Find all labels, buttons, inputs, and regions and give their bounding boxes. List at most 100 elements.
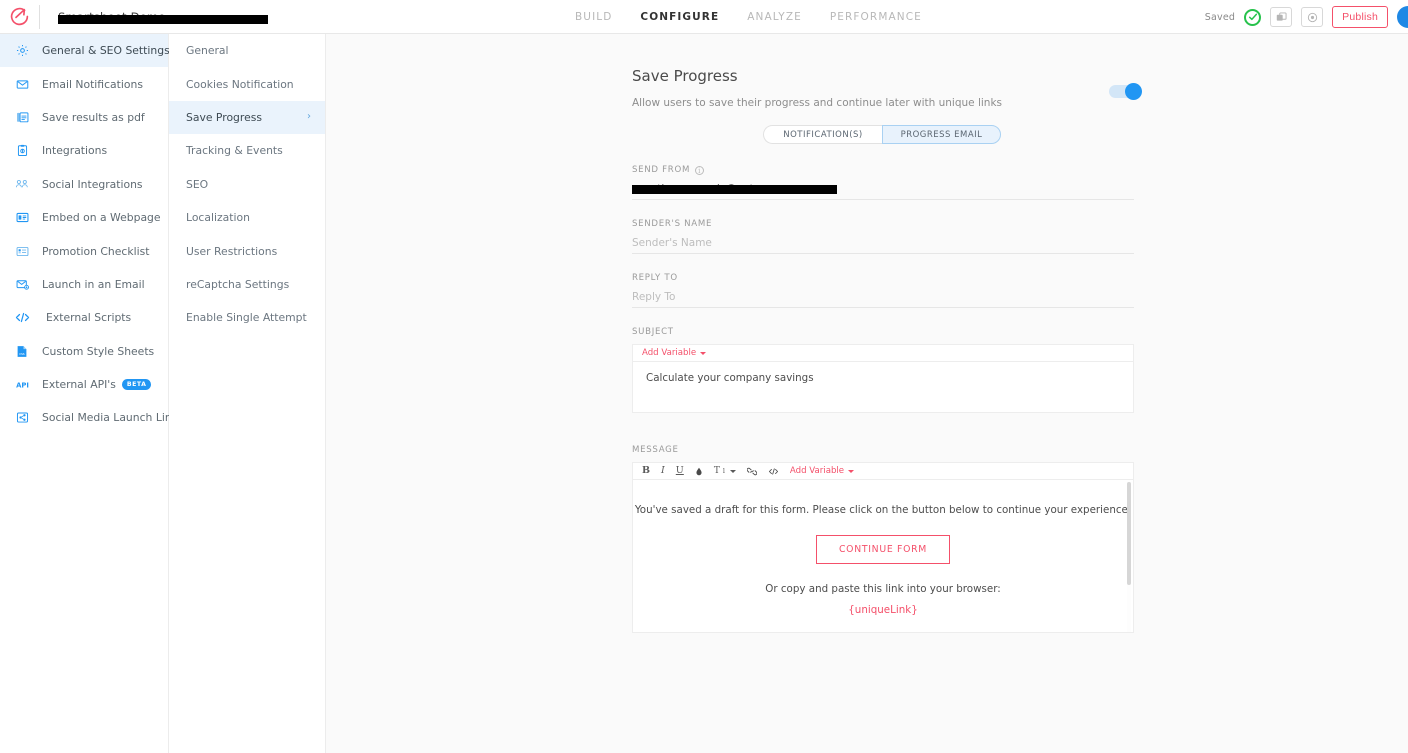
message-scrollbar-thumb[interactable]	[1127, 482, 1131, 585]
link-icon[interactable]	[746, 467, 757, 476]
continue-form-button[interactable]: CONTINUE FORM	[815, 535, 951, 564]
subnav-item-general[interactable]: General	[169, 34, 325, 67]
text-color-icon[interactable]	[695, 467, 703, 476]
underline-icon[interactable]: U	[676, 466, 684, 476]
redaction-bar	[58, 14, 268, 24]
reply-to-label: REPLY TO	[632, 273, 678, 283]
add-variable-label: Add Variable	[642, 348, 697, 358]
subnav-label: User Restrictions	[186, 244, 278, 258]
subnav-label: Enable Single Attempt	[186, 311, 307, 325]
info-icon[interactable]: i	[695, 165, 705, 175]
sidebar-label: Custom Style Sheets	[42, 344, 155, 358]
subnav-item-cookies-notification[interactable]: Cookies Notification	[169, 67, 325, 100]
senders-name-field: SENDER'S NAME Sender's Name	[632, 219, 1134, 254]
gear-icon	[11, 44, 33, 57]
chevron-down-icon	[700, 351, 707, 355]
svg-text:css: css	[19, 352, 25, 356]
subject-value[interactable]: Calculate your company savings	[633, 362, 1133, 412]
tab-progress-email[interactable]: PROGRESS EMAIL	[882, 125, 1001, 144]
share-icon	[11, 411, 33, 424]
logo-divider	[39, 4, 40, 29]
people-icon	[11, 177, 33, 191]
user-avatar[interactable]	[1397, 6, 1408, 28]
redaction-bar	[632, 185, 837, 194]
subnav-item-localization[interactable]: Localization	[169, 201, 325, 234]
subject-add-variable-dropdown[interactable]: Add Variable	[642, 348, 707, 358]
message-label: MESSAGE	[632, 445, 679, 455]
code-icon	[11, 311, 33, 324]
app-logo[interactable]	[0, 0, 39, 34]
sidebar-label: External Scripts	[46, 311, 132, 325]
message-toolbar: B I U T l Add Variable	[633, 463, 1133, 480]
duplicate-icon[interactable]	[1270, 7, 1293, 27]
primary-sidebar: General & SEO Settings Email Notificatio…	[0, 34, 184, 753]
email-launch-icon	[11, 278, 33, 291]
sidebar-item-save-results-as-pdf[interactable]: Save results as pdf	[0, 101, 168, 134]
html-code-icon[interactable]	[768, 467, 779, 476]
send-from-label-text: SEND FROM	[632, 165, 691, 175]
outgrow-logo-icon	[10, 7, 29, 26]
main-content: Save Progress Allow users to save their …	[326, 34, 1408, 753]
sidebar-item-integrations[interactable]: Integrations	[0, 134, 168, 167]
reply-to-input[interactable]: Reply To	[632, 291, 1134, 308]
sidebar-label: Social Media Launch Links	[42, 411, 184, 425]
subnav-item-seo[interactable]: SEO	[169, 168, 325, 201]
subnav-item-user-restrictions[interactable]: User Restrictions	[169, 234, 325, 267]
nav-configure[interactable]: CONFIGURE	[640, 11, 719, 23]
subnav-item-save-progress[interactable]: Save Progress ›	[169, 100, 325, 135]
top-bar-actions: Saved Publish	[1205, 0, 1408, 34]
tab-notifications[interactable]: NOTIFICATION(S)	[763, 125, 882, 144]
secondary-sidebar: General Cookies Notification Save Progre…	[169, 34, 326, 753]
sidebar-item-general-seo-settings[interactable]: General & SEO Settings	[0, 34, 170, 68]
nav-analyze[interactable]: ANALYZE	[747, 11, 802, 23]
subject-toolbar: Add Variable	[633, 345, 1133, 362]
sidebar-item-custom-style-sheets[interactable]: css Custom Style Sheets	[0, 335, 168, 368]
sidebar-item-social-media-launch-links[interactable]: Social Media Launch Links	[0, 401, 184, 434]
unique-link-variable: {uniqueLink}	[848, 604, 918, 616]
subnav-label: reCaptcha Settings	[186, 277, 290, 291]
beta-badge: BETA	[121, 379, 152, 391]
form-title[interactable]: Smartsheet Demo	[58, 7, 268, 27]
subnav-label: Cookies Notification	[186, 77, 294, 91]
sidebar-item-embed-on-a-webpage[interactable]: Embed on a Webpage	[0, 201, 168, 234]
bold-icon[interactable]: B	[642, 466, 650, 476]
sidebar-label: Embed on a Webpage	[42, 211, 161, 225]
italic-icon[interactable]: I	[661, 466, 665, 476]
send-from-input[interactable]: questions-noreply@outgrow.co	[632, 183, 1134, 200]
publish-button[interactable]: Publish	[1332, 6, 1388, 28]
message-body[interactable]: You've saved a draft for this form. Plea…	[633, 480, 1133, 632]
sidebar-item-launch-in-an-email[interactable]: Launch in an Email	[0, 268, 168, 301]
subnav-item-enable-single-attempt[interactable]: Enable Single Attempt	[169, 301, 325, 334]
nav-performance[interactable]: PERFORMANCE	[830, 11, 922, 23]
message-editor: B I U T l Add Variable You've saved a dr…	[632, 462, 1134, 633]
sidebar-item-email-notifications[interactable]: Email Notifications	[0, 67, 168, 100]
message-line-1: You've saved a draft for this form. Plea…	[634, 504, 1132, 516]
pdf-icon	[11, 111, 33, 124]
add-variable-label: Add Variable	[789, 466, 845, 476]
sidebar-item-social-integrations[interactable]: Social Integrations	[0, 168, 168, 201]
send-from-label: SEND FROM i	[632, 165, 1134, 175]
subnav-item-recaptcha-settings[interactable]: reCaptcha Settings	[169, 268, 325, 301]
page-subtitle: Allow users to save their progress and c…	[632, 97, 1003, 109]
embed-icon	[11, 211, 33, 224]
api-icon: API	[11, 379, 33, 390]
sidebar-item-external-apis[interactable]: API External API's BETA	[0, 368, 168, 401]
preview-eye-icon[interactable]	[1301, 7, 1324, 27]
message-add-variable-dropdown[interactable]: Add Variable	[789, 466, 855, 476]
nav-build[interactable]: BUILD	[575, 11, 612, 23]
senders-name-input[interactable]: Sender's Name	[632, 237, 1134, 254]
subnav-label: Tracking & Events	[186, 144, 283, 158]
save-progress-toggle[interactable]	[1109, 83, 1142, 100]
message-field: MESSAGE B I U T l Add Variable You've sa…	[632, 445, 1134, 633]
font-size-icon[interactable]: T l	[714, 466, 736, 476]
page-title: Save Progress	[632, 67, 738, 85]
send-from-field: SEND FROM i questions-noreply@outgrow.co	[632, 165, 1134, 200]
subject-field: SUBJECT Add Variable Calculate your comp…	[632, 327, 1134, 413]
subnav-item-tracking-events[interactable]: Tracking & Events	[169, 134, 325, 167]
sidebar-label: Email Notifications	[42, 77, 143, 91]
sidebar-item-promotion-checklist[interactable]: Promotion Checklist	[0, 234, 168, 267]
sidebar-label: Save results as pdf	[42, 110, 145, 124]
sidebar-item-external-scripts[interactable]: External Scripts	[0, 301, 168, 334]
integrations-icon	[11, 144, 33, 157]
email-tabs: NOTIFICATION(S) PROGRESS EMAIL	[763, 125, 1001, 144]
